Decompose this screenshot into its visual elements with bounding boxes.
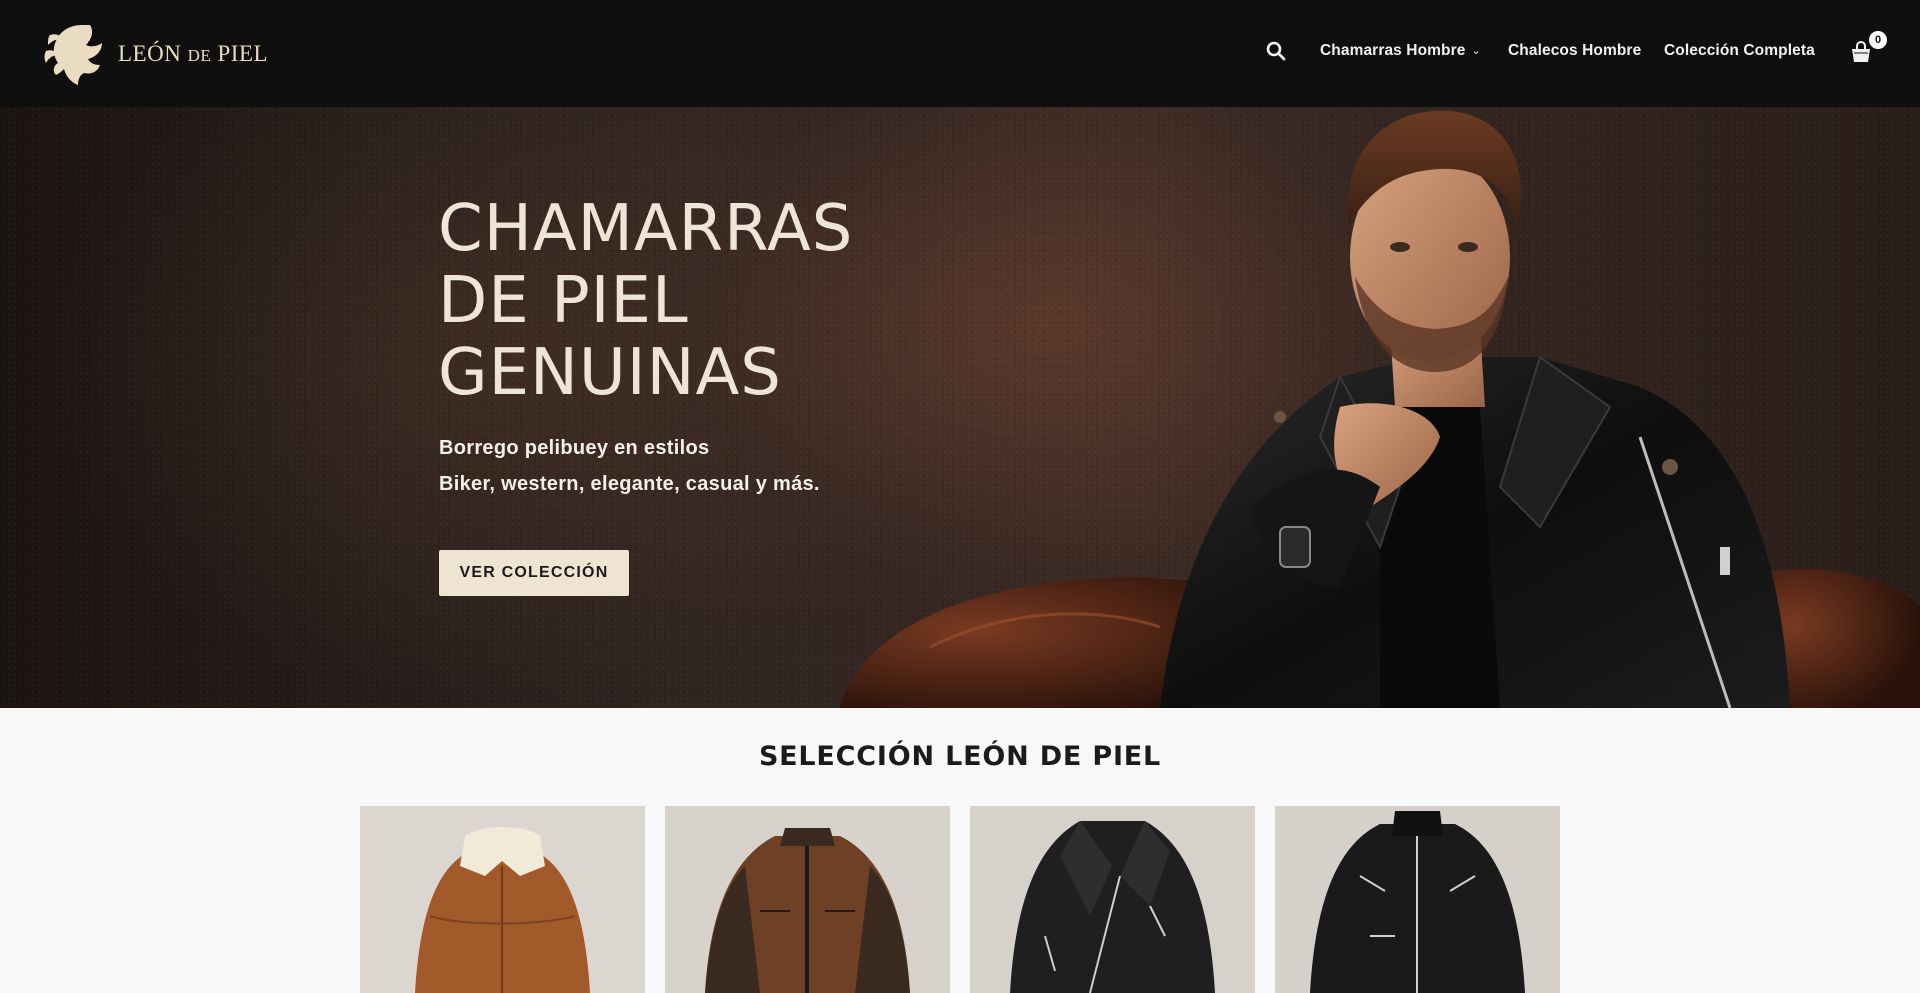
nav-item-chamarras-hombre[interactable]: Chamarras Hombre ⌄ [1320, 42, 1481, 60]
product-card[interactable] [1275, 806, 1560, 993]
nav-item-label: Chamarras Hombre [1320, 42, 1466, 59]
nav-item-label: Chalecos Hombre [1508, 42, 1642, 59]
product-card[interactable] [970, 806, 1255, 993]
site-header: LEÓN DE PIEL Chamarras Hombre ⌄ Chalecos … [0, 0, 1920, 107]
hero-banner: CHAMARRAS DE PIEL GENUINAS Borrego pelib… [0, 107, 1920, 708]
product-image [1275, 806, 1560, 993]
hero-model-image [840, 110, 1920, 708]
chevron-down-icon: ⌄ [1471, 45, 1481, 57]
product-image [665, 806, 950, 993]
nav-item-label: Colección Completa [1664, 42, 1815, 59]
main-nav: Chamarras Hombre ⌄ Chalecos Hombre Colecc… [0, 0, 1920, 107]
hero-subtitle-1: Borrego pelibuey en estilos [439, 437, 710, 459]
product-grid [360, 806, 1560, 993]
hero-title-line-1: CHAMARRAS [438, 192, 854, 266]
section-title: SELECCIÓN LEÓN DE PIEL [758, 741, 1162, 772]
hero-title-line-2: DE PIEL [438, 264, 689, 338]
hero-title-line-3: GENUINAS [438, 336, 782, 410]
product-image [970, 806, 1255, 993]
hero-title: CHAMARRAS DE PIEL GENUINAS [438, 193, 853, 409]
nav-item-coleccion-completa[interactable]: Colección Completa [1664, 42, 1815, 60]
product-card[interactable] [360, 806, 645, 993]
ver-coleccion-button[interactable]: VER COLECCIÓN [439, 550, 629, 596]
product-image [360, 806, 645, 993]
hero-subtitle-2: Biker, western, elegante, casual y más. [439, 473, 820, 495]
cart-count-badge: 0 [1869, 31, 1887, 49]
search-icon[interactable] [1265, 40, 1287, 62]
nav-item-chalecos-hombre[interactable]: Chalecos Hombre [1508, 42, 1641, 60]
product-card[interactable] [665, 806, 950, 993]
